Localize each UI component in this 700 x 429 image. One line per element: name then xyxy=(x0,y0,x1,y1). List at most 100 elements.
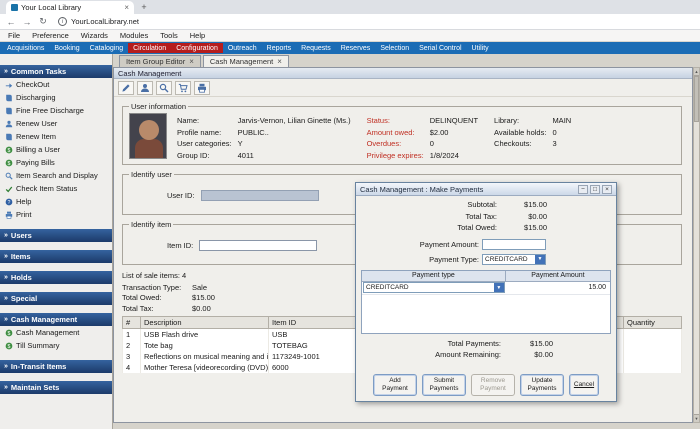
menu-file[interactable]: File xyxy=(8,31,20,40)
module-configuration[interactable]: Configuration xyxy=(171,43,223,53)
dropdown-arrow-icon[interactable]: ▼ xyxy=(535,255,545,264)
module-utility[interactable]: Utility xyxy=(467,43,494,53)
module-serial-control[interactable]: Serial Control xyxy=(414,43,466,53)
sidebar-item-label: Discharging xyxy=(16,93,56,102)
forward-icon[interactable]: → xyxy=(22,17,32,27)
sidebar-item-discharging[interactable]: Discharging xyxy=(0,91,112,104)
sidebar-section-users: » Users xyxy=(0,229,112,242)
sidebar-item-help[interactable]: Help xyxy=(0,195,112,208)
field-value: 0 xyxy=(552,128,571,137)
tab-cash-management[interactable]: Cash Management × xyxy=(203,55,289,67)
module-cataloging[interactable]: Cataloging xyxy=(85,43,128,53)
dialog-title-bar[interactable]: Cash Management : Make Payments − □ × xyxy=(356,183,616,196)
module-circulation[interactable]: Circulation xyxy=(128,43,171,53)
user-id-input[interactable] xyxy=(201,190,319,201)
scroll-up-icon[interactable]: ▲ xyxy=(694,68,699,76)
cancel-button[interactable]: Cancel xyxy=(569,374,599,396)
sidebar-item-label: Renew Item xyxy=(16,132,56,141)
new-tab-button[interactable]: + xyxy=(138,2,150,13)
modify-user-button[interactable] xyxy=(118,81,134,95)
column-header-description[interactable]: Description xyxy=(141,316,269,328)
payment-row[interactable]: CREDITCARD ▼ 15.00 xyxy=(362,282,610,295)
column-header-quantity[interactable]: Quantity xyxy=(624,316,682,328)
sidebar-item-item-search-and-display[interactable]: Item Search and Display xyxy=(0,169,112,182)
sidebar-item-print[interactable]: Print xyxy=(0,208,112,221)
payment-type-column-header[interactable]: Payment type xyxy=(362,271,506,281)
item-id-input[interactable] xyxy=(199,240,317,251)
user-info-col3: Library:MAIN Available holds:0 Checkouts… xyxy=(494,116,571,160)
menu-modules[interactable]: Modules xyxy=(120,31,148,40)
submit-payments-button[interactable]: Submit Payments xyxy=(422,374,466,396)
menu-tools[interactable]: Tools xyxy=(160,31,178,40)
menu-wizards[interactable]: Wizards xyxy=(81,31,108,40)
module-bar: Acquisitions Booking Cataloging Circulat… xyxy=(0,42,700,54)
print-button[interactable] xyxy=(194,81,210,95)
sidebar-header-maintain-sets[interactable]: » Maintain Sets xyxy=(0,381,112,394)
tab-close-icon[interactable]: × xyxy=(124,3,129,12)
maximize-button[interactable]: □ xyxy=(590,185,600,194)
column-header-num[interactable]: # xyxy=(123,316,141,328)
menu-help[interactable]: Help xyxy=(190,31,205,40)
back-icon[interactable]: ← xyxy=(6,17,16,27)
browser-tab[interactable]: Your Local Library × xyxy=(6,1,134,14)
payment-amount-column-header[interactable]: Payment Amount xyxy=(506,271,610,281)
total-tax-label: Total Tax: xyxy=(465,212,497,221)
module-reserves[interactable]: Reserves xyxy=(336,43,376,53)
update-payments-button[interactable]: Update Payments xyxy=(520,374,564,396)
module-reports[interactable]: Reports xyxy=(262,43,297,53)
sidebar-item-label: Check Item Status xyxy=(16,184,77,193)
close-button[interactable]: × xyxy=(602,185,612,194)
sell-items-button[interactable] xyxy=(175,81,191,95)
tab-close-icon[interactable]: × xyxy=(277,57,282,66)
sidebar-item-till-summary[interactable]: Till Summary xyxy=(0,339,112,352)
sidebar-header-holds[interactable]: » Holds xyxy=(0,271,112,284)
sidebar-item-checkout[interactable]: CheckOut xyxy=(0,78,112,91)
sidebar-item-cash-management[interactable]: Cash Management xyxy=(0,326,112,339)
sidebar-item-renew-item[interactable]: Renew Item xyxy=(0,130,112,143)
total-payments-label: Total Payments: xyxy=(448,339,501,348)
sidebar-item-paying-bills[interactable]: Paying Bills xyxy=(0,156,112,169)
sidebar-section-items: » Items xyxy=(0,250,112,263)
printer-icon xyxy=(5,211,13,219)
sidebar-header-special[interactable]: » Special xyxy=(0,292,112,305)
tab-item-group-editor[interactable]: Item Group Editor × xyxy=(119,55,201,67)
field-value: $2.00 xyxy=(430,128,478,137)
magnifier-icon xyxy=(159,83,169,93)
payment-amount-input[interactable] xyxy=(482,239,546,250)
tab-close-icon[interactable]: × xyxy=(189,57,194,66)
sidebar-item-renew-user[interactable]: Renew User xyxy=(0,117,112,130)
user-information-legend: User information xyxy=(129,102,188,111)
payment-row-type-dropdown[interactable]: CREDITCARD ▼ xyxy=(363,282,505,293)
add-payment-button[interactable]: Add Payment xyxy=(373,374,417,396)
sidebar-item-fine-free-discharge[interactable]: Fine Free Discharge xyxy=(0,104,112,117)
module-outreach[interactable]: Outreach xyxy=(223,43,262,53)
module-selection[interactable]: Selection xyxy=(375,43,414,53)
item-search-button[interactable] xyxy=(156,81,172,95)
menu-preference[interactable]: Preference xyxy=(32,31,69,40)
module-requests[interactable]: Requests xyxy=(296,43,336,53)
sidebar-item-check-item-status[interactable]: Check Item Status xyxy=(0,182,112,195)
minimize-button[interactable]: − xyxy=(578,185,588,194)
sidebar-header-cash-management[interactable]: » Cash Management xyxy=(0,313,112,326)
address-bar[interactable]: i YourLocalLibrary.net xyxy=(54,16,694,28)
dropdown-arrow-icon[interactable]: ▼ xyxy=(494,283,504,292)
payment-totals: Total Payments:$15.00 Amount Remaining:$… xyxy=(361,339,611,362)
sidebar-item-label: Help xyxy=(16,197,31,206)
user-search-button[interactable] xyxy=(137,81,153,95)
sidebar-header-items[interactable]: » Items xyxy=(0,250,112,263)
field-label: Status: xyxy=(367,116,424,125)
refresh-icon[interactable]: ↻ xyxy=(38,16,48,27)
sidebar-header-in-transit-items[interactable]: » In-Transit Items xyxy=(0,360,112,373)
module-acquisitions[interactable]: Acquisitions xyxy=(2,43,49,53)
vertical-scrollbar[interactable]: ▲ ▼ xyxy=(693,67,700,423)
info-icon[interactable]: i xyxy=(58,17,67,26)
person-icon xyxy=(140,83,150,93)
module-booking[interactable]: Booking xyxy=(49,43,84,53)
scrollbar-thumb[interactable] xyxy=(694,76,699,122)
scroll-down-icon[interactable]: ▼ xyxy=(694,414,699,422)
sidebar-item-billing-a-user[interactable]: Billing a User xyxy=(0,143,112,156)
dollar-icon xyxy=(5,146,13,154)
sidebar-header-users[interactable]: » Users xyxy=(0,229,112,242)
sidebar-header-common-tasks[interactable]: » Common Tasks xyxy=(0,65,112,78)
payment-type-dropdown[interactable]: CREDITCARD ▼ xyxy=(482,254,546,265)
